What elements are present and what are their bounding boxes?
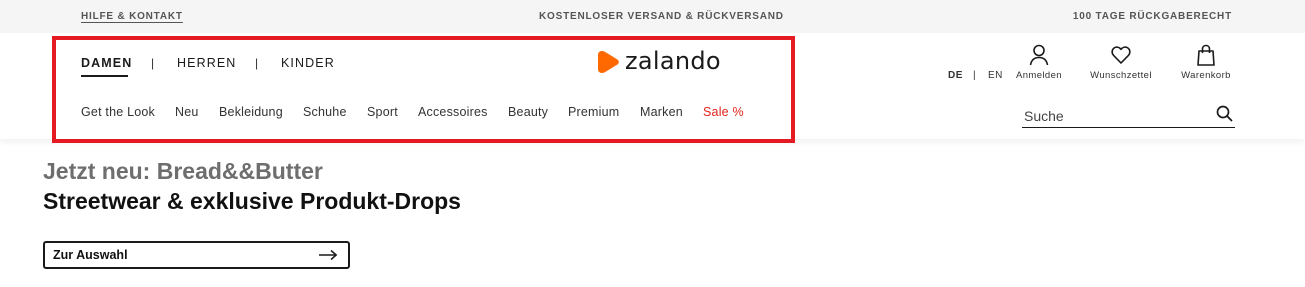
active-gender-underline (81, 75, 128, 77)
lang-separator: | (973, 70, 977, 81)
person-icon (1029, 44, 1049, 66)
lang-en[interactable]: EN (988, 70, 1003, 81)
hero-subtitle: Streetwear & exklusive Produkt-Drops (43, 188, 461, 214)
hero-title: Jetzt neu: Bread&&Butter (43, 158, 323, 184)
category-accessoires[interactable]: Accessoires (418, 105, 488, 119)
category-premium[interactable]: Premium (568, 105, 619, 119)
heart-icon (1111, 46, 1131, 64)
search-input[interactable]: Suche (1022, 104, 1235, 128)
category-marken[interactable]: Marken (640, 105, 683, 119)
cart-button[interactable]: Warenkorb (1178, 44, 1234, 81)
login-label: Anmelden (1016, 70, 1062, 81)
cart-label: Warenkorb (1181, 70, 1231, 81)
search-placeholder: Suche (1024, 108, 1064, 124)
gender-tab-damen[interactable]: DAMEN (81, 56, 132, 70)
category-get-the-look[interactable]: Get the Look (81, 105, 155, 119)
shopping-bag-icon (1197, 44, 1215, 66)
search-icon[interactable] (1216, 105, 1233, 122)
gender-separator: | (151, 56, 155, 70)
gender-tab-herren[interactable]: HERREN (177, 56, 236, 70)
return-policy-info: 100 TAGE RÜCKGABERECHT (1072, 11, 1232, 22)
cta-label: Zur Auswahl (53, 248, 128, 262)
arrow-right-icon (319, 249, 338, 261)
gender-separator: | (255, 56, 259, 70)
zalando-logo-text: zalando (625, 47, 721, 75)
category-sport[interactable]: Sport (367, 105, 398, 119)
wishlist-label: Wunschzettel (1090, 70, 1152, 81)
category-schuhe[interactable]: Schuhe (303, 105, 347, 119)
zalando-logo-icon (598, 51, 619, 73)
login-button[interactable]: Anmelden (1014, 44, 1064, 81)
help-contact-link[interactable]: HILFE & KONTAKT (81, 11, 183, 22)
top-info-bar: HILFE & KONTAKT KOSTENLOSER VERSAND & RÜ… (0, 0, 1305, 33)
zur-auswahl-button[interactable]: Zur Auswahl (43, 241, 350, 269)
wishlist-button[interactable]: Wunschzettel (1087, 44, 1155, 81)
category-beauty[interactable]: Beauty (508, 105, 548, 119)
category-neu[interactable]: Neu (175, 105, 199, 119)
category-sale[interactable]: Sale % (703, 105, 744, 119)
gender-tab-kinder[interactable]: KINDER (281, 56, 335, 70)
lang-de[interactable]: DE (948, 70, 963, 81)
category-bekleidung[interactable]: Bekleidung (219, 105, 283, 119)
free-shipping-info: KOSTENLOSER VERSAND & RÜCKVERSAND (539, 11, 784, 22)
